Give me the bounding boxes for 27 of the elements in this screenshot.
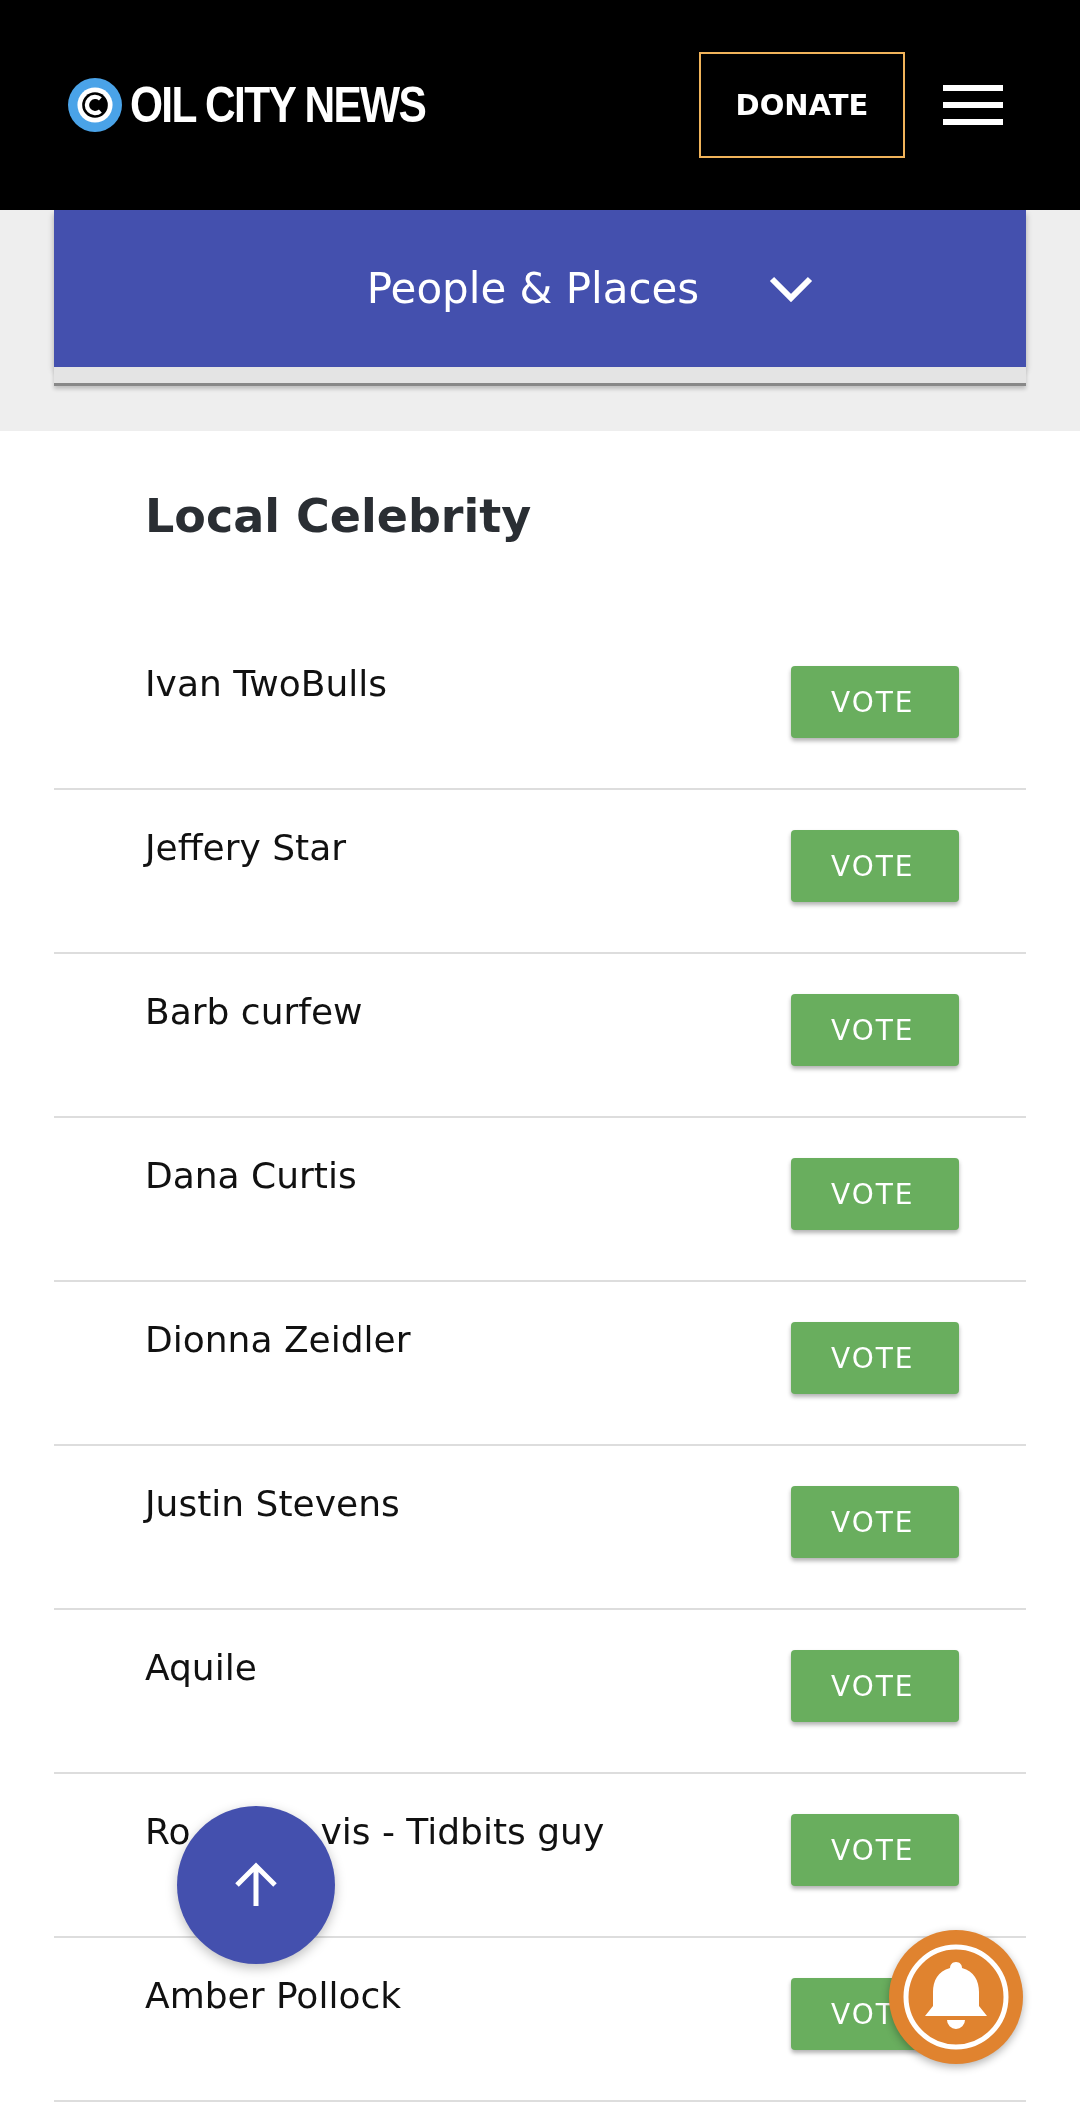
vote-button[interactable]: VOTE bbox=[791, 1322, 959, 1394]
category-dropdown[interactable]: People & Places bbox=[54, 210, 1026, 367]
nominee-name: Amber Pollock bbox=[145, 1975, 402, 2016]
nominee-name: vis - Tidbits guy bbox=[320, 1811, 605, 1852]
vote-button[interactable]: VOTE bbox=[791, 666, 959, 738]
logo-icon bbox=[68, 78, 122, 132]
nominee-name: Dana Curtis bbox=[145, 1155, 357, 1196]
nominee-name: Aquile bbox=[145, 1647, 257, 1688]
nominee-name: Dionna Zeidler bbox=[145, 1319, 411, 1360]
nominee-name: Justin Stevens bbox=[145, 1483, 400, 1524]
donate-button[interactable]: DONATE bbox=[699, 52, 905, 158]
nominee-name: Barb curfew bbox=[145, 991, 363, 1032]
vote-button[interactable]: VOTE bbox=[791, 830, 959, 902]
bell-icon bbox=[901, 1942, 1011, 2052]
vote-button[interactable]: VOTE bbox=[791, 994, 959, 1066]
vote-button[interactable]: VOTE bbox=[791, 1486, 959, 1558]
chevron-icon bbox=[769, 275, 814, 302]
section-title: Local Celebrity bbox=[144, 488, 533, 545]
logo-text[interactable]: OIL CITY NEWS bbox=[130, 76, 426, 134]
nominee-name: Jeffery Star bbox=[145, 827, 347, 868]
up-arrow-icon bbox=[233, 1862, 279, 1908]
nominee-name: Ro bbox=[145, 1811, 191, 1852]
vote-button[interactable]: VOTE bbox=[791, 1158, 959, 1230]
menu-icon[interactable] bbox=[943, 85, 1003, 125]
vote-button[interactable]: VOTE bbox=[791, 1650, 959, 1722]
vote-button[interactable]: VOTE bbox=[791, 1814, 959, 1886]
nominee-name: Ivan TwoBulls bbox=[145, 663, 387, 704]
